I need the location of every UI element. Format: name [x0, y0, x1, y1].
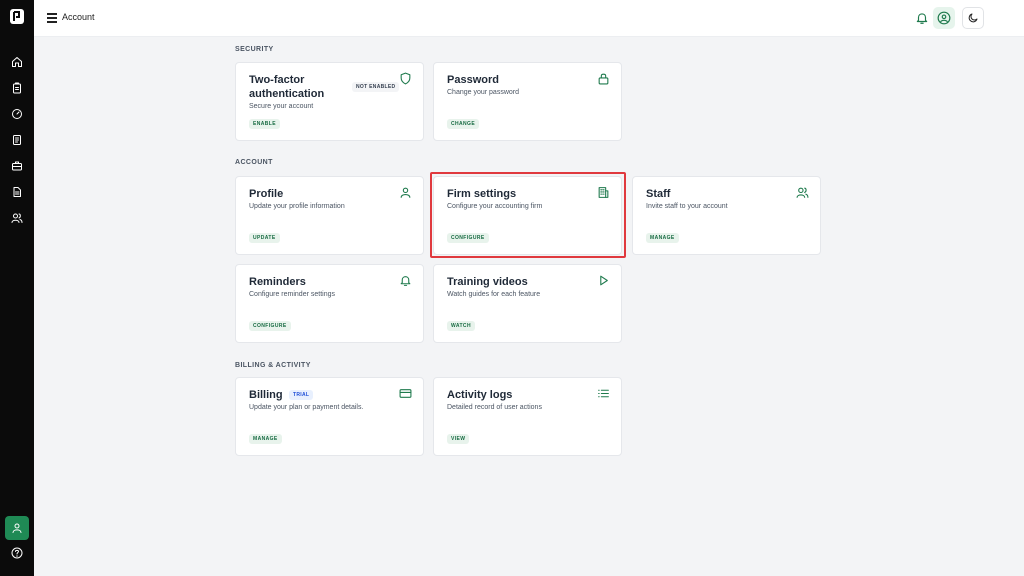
- briefcase-icon[interactable]: [9, 158, 25, 174]
- profile-card[interactable]: Profile Update your profile information …: [235, 176, 424, 255]
- update-button[interactable]: UPDATE: [249, 233, 280, 243]
- user-icon: [399, 186, 412, 199]
- configure-button[interactable]: CONFIGURE: [249, 321, 291, 331]
- card-title: Profile: [249, 188, 284, 200]
- staff-card[interactable]: Staff Invite staff to your account MANAG…: [632, 176, 821, 255]
- shield-icon: [399, 72, 412, 85]
- bell-icon: [399, 274, 412, 287]
- password-card[interactable]: Password Change your password CHANGE: [433, 62, 622, 141]
- card-description: Invite staff to your account: [646, 203, 728, 210]
- status-badge: NOT ENABLED: [352, 82, 400, 92]
- hamburger-menu-icon[interactable]: [47, 13, 57, 23]
- manage-button[interactable]: MANAGE: [249, 434, 282, 444]
- section-billing-label: BILLING & ACTIVITY: [235, 362, 311, 369]
- card-description: Detailed record of user actions: [447, 404, 542, 411]
- card-description: Configure your accounting firm: [447, 203, 543, 210]
- lock-icon: [597, 72, 610, 85]
- document-icon[interactable]: [9, 132, 25, 148]
- section-account-label: ACCOUNT: [235, 159, 273, 166]
- page-title: Account: [62, 12, 95, 22]
- users-icon: [796, 186, 809, 199]
- home-icon[interactable]: [9, 54, 25, 70]
- credit-card-icon: [399, 387, 412, 400]
- change-button[interactable]: CHANGE: [447, 119, 480, 129]
- card-description: Update your profile information: [249, 203, 345, 210]
- configure-button[interactable]: CONFIGURE: [447, 233, 489, 243]
- file-text-icon[interactable]: [9, 184, 25, 200]
- firm-settings-card[interactable]: Firm settings Configure your accounting …: [433, 176, 622, 255]
- manage-button[interactable]: MANAGE: [646, 233, 679, 243]
- activity-logs-card[interactable]: Activity logs Detailed record of user ac…: [433, 377, 622, 456]
- building-icon: [597, 186, 610, 199]
- card-description: Configure reminder settings: [249, 291, 335, 298]
- reminders-card[interactable]: Reminders Configure reminder settings CO…: [235, 264, 424, 343]
- sidebar: [0, 0, 34, 576]
- play-icon: [597, 274, 610, 287]
- card-title: Training videos: [447, 276, 528, 288]
- training-videos-card[interactable]: Training videos Watch guides for each fe…: [433, 264, 622, 343]
- enable-button[interactable]: ENABLE: [249, 119, 280, 129]
- two-factor-card[interactable]: Two-factor authentication NOT ENABLED Se…: [235, 62, 424, 141]
- account-user-icon[interactable]: [5, 516, 29, 540]
- dark-mode-toggle-icon[interactable]: [962, 7, 984, 29]
- help-icon[interactable]: [9, 545, 25, 561]
- notification-bell-icon[interactable]: [915, 11, 929, 25]
- view-button[interactable]: VIEW: [447, 434, 470, 444]
- section-security-label: SECURITY: [235, 46, 274, 53]
- card-title: Billing: [249, 389, 283, 401]
- gauge-icon[interactable]: [9, 106, 25, 122]
- app-logo-icon[interactable]: [10, 9, 24, 24]
- card-description: Change your password: [447, 89, 519, 96]
- card-title: Two-factor authentication: [249, 74, 325, 100]
- card-title: Staff: [646, 188, 671, 200]
- billing-card[interactable]: Billing TRIAL Update your plan or paymen…: [235, 377, 424, 456]
- top-header: Account: [34, 0, 1024, 37]
- card-description: Secure your account: [249, 103, 314, 110]
- card-title: Activity logs: [447, 389, 513, 401]
- trial-badge: TRIAL: [289, 390, 314, 400]
- clipboard-icon[interactable]: [9, 80, 25, 96]
- users-icon[interactable]: [9, 210, 25, 226]
- card-description: Update your plan or payment details.: [249, 404, 364, 411]
- card-title: Password: [447, 74, 499, 86]
- card-description: Watch guides for each feature: [447, 291, 541, 298]
- card-title: Reminders: [249, 276, 306, 288]
- list-icon: [597, 387, 610, 400]
- watch-button[interactable]: WATCH: [447, 321, 475, 331]
- user-avatar-icon[interactable]: [933, 7, 955, 29]
- card-title: Firm settings: [447, 188, 517, 200]
